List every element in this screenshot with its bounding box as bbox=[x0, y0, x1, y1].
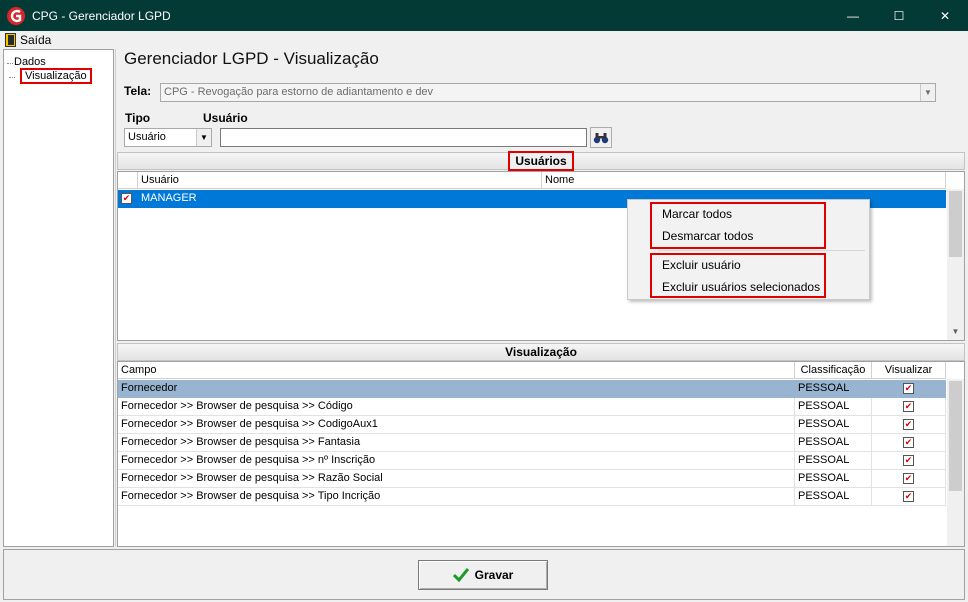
field-cell: Fornecedor >> Browser de pesquisa >> Cód… bbox=[118, 398, 795, 416]
class-cell: PESSOAL bbox=[795, 398, 872, 416]
checkbox-checked[interactable]: ✔ bbox=[903, 473, 914, 484]
menu-separator bbox=[658, 250, 865, 251]
visible-cell[interactable]: ✔ bbox=[872, 380, 946, 398]
exit-door-icon bbox=[5, 32, 16, 47]
window-title: CPG - Gerenciador LGPD bbox=[32, 8, 171, 23]
checkbox-checked[interactable]: ✔ bbox=[903, 419, 914, 430]
users-grid-header: Usuário Nome bbox=[118, 172, 946, 189]
class-cell: PESSOAL bbox=[795, 470, 872, 488]
class-cell: PESSOAL bbox=[795, 416, 872, 434]
type-select-value: Usuário bbox=[128, 131, 166, 143]
app-logo-icon bbox=[7, 6, 25, 25]
menu-bar: Saída bbox=[0, 31, 968, 48]
visible-cell[interactable]: ✔ bbox=[872, 416, 946, 434]
view-col-visible[interactable]: Visualizar bbox=[872, 362, 946, 379]
maximize-button[interactable]: ☐ bbox=[876, 0, 922, 31]
class-cell: PESSOAL bbox=[795, 452, 872, 470]
scroll-down-icon[interactable]: ▼ bbox=[947, 323, 964, 340]
user-label: Usuário bbox=[203, 111, 248, 125]
menu-exit[interactable]: Saída bbox=[20, 33, 51, 47]
class-cell: PESSOAL bbox=[795, 434, 872, 452]
view-panel-title: Visualização bbox=[505, 345, 577, 359]
checkbox-checked[interactable]: ✔ bbox=[903, 455, 914, 466]
class-cell: PESSOAL bbox=[795, 488, 872, 506]
save-button[interactable]: Gravar bbox=[418, 560, 548, 590]
check-icon bbox=[452, 568, 469, 582]
highlight-box bbox=[650, 253, 826, 298]
visible-cell[interactable]: ✔ bbox=[872, 398, 946, 416]
screen-select[interactable]: CPG - Revogação para estorno de adiantam… bbox=[160, 83, 936, 102]
type-select[interactable]: Usuário ▼ bbox=[124, 128, 212, 147]
table-row[interactable]: Fornecedor >> Browser de pesquisa >> Cód… bbox=[118, 398, 946, 416]
users-panel-header: Usuários bbox=[117, 151, 965, 171]
user-cell: MANAGER bbox=[138, 190, 542, 208]
field-cell: Fornecedor >> Browser de pesquisa >> Cod… bbox=[118, 416, 795, 434]
view-grid: Campo Classificação Visualizar Fornecedo… bbox=[117, 361, 965, 547]
chevron-down-icon: ▼ bbox=[196, 129, 211, 146]
user-input[interactable] bbox=[220, 128, 587, 147]
screen-label: Tela: bbox=[124, 84, 152, 98]
table-row[interactable]: Fornecedor >> Browser de pesquisa >> nº … bbox=[118, 452, 946, 470]
tree-item-dados[interactable]: Dados bbox=[7, 56, 46, 68]
table-row[interactable]: Fornecedor PESSOAL ✔ bbox=[118, 380, 946, 398]
visible-cell[interactable]: ✔ bbox=[872, 434, 946, 452]
field-cell: Fornecedor >> Browser de pesquisa >> Tip… bbox=[118, 488, 795, 506]
tree-item-visualizacao[interactable]: Visualização bbox=[9, 68, 92, 84]
field-cell: Fornecedor >> Browser de pesquisa >> Raz… bbox=[118, 470, 795, 488]
scroll-thumb[interactable] bbox=[949, 381, 962, 491]
field-cell: Fornecedor >> Browser de pesquisa >> Fan… bbox=[118, 434, 795, 452]
context-menu: Marcar todos Desmarcar todos Excluir usu… bbox=[627, 199, 870, 300]
checkbox-checked[interactable]: ✔ bbox=[903, 383, 914, 394]
checkbox-checked[interactable]: ✔ bbox=[903, 401, 914, 412]
users-col-check bbox=[118, 172, 138, 189]
chevron-down-icon: ▼ bbox=[920, 84, 935, 101]
checkbox-checked[interactable]: ✔ bbox=[903, 491, 914, 502]
navigation-tree: Dados Visualização bbox=[3, 49, 114, 547]
minimize-button[interactable]: — bbox=[830, 0, 876, 31]
checkbox-checked[interactable]: ✔ bbox=[121, 193, 132, 204]
view-grid-header: Campo Classificação Visualizar bbox=[118, 362, 946, 379]
binoculars-icon bbox=[593, 132, 609, 143]
users-scrollbar[interactable]: ▼ bbox=[947, 189, 964, 340]
table-row[interactable]: Fornecedor >> Browser de pesquisa >> Tip… bbox=[118, 488, 946, 506]
search-user-button[interactable] bbox=[590, 127, 612, 148]
view-col-class[interactable]: Classificação bbox=[795, 362, 872, 379]
users-col-user[interactable]: Usuário bbox=[138, 172, 542, 189]
table-row[interactable]: Fornecedor >> Browser de pesquisa >> Fan… bbox=[118, 434, 946, 452]
type-label: Tipo bbox=[125, 111, 151, 125]
view-panel-header: Visualização bbox=[117, 343, 965, 361]
page-title: Gerenciador LGPD - Visualização bbox=[124, 49, 379, 68]
field-cell: Fornecedor >> Browser de pesquisa >> nº … bbox=[118, 452, 795, 470]
screen-select-value: CPG - Revogação para estorno de adiantam… bbox=[164, 86, 434, 98]
save-button-label: Gravar bbox=[474, 568, 514, 582]
view-col-field[interactable]: Campo bbox=[118, 362, 795, 379]
checkbox-checked[interactable]: ✔ bbox=[903, 437, 914, 448]
view-scrollbar[interactable] bbox=[947, 379, 964, 546]
scroll-thumb[interactable] bbox=[949, 191, 962, 257]
table-row[interactable]: Fornecedor >> Browser de pesquisa >> Raz… bbox=[118, 470, 946, 488]
splitter[interactable] bbox=[115, 49, 116, 547]
visible-cell[interactable]: ✔ bbox=[872, 488, 946, 506]
field-cell: Fornecedor bbox=[118, 380, 795, 398]
users-col-name[interactable]: Nome bbox=[542, 172, 946, 189]
visible-cell[interactable]: ✔ bbox=[872, 470, 946, 488]
class-cell: PESSOAL bbox=[795, 380, 872, 398]
users-panel-title: Usuários bbox=[508, 151, 574, 171]
row-checkbox-cell[interactable]: ✔ bbox=[118, 190, 138, 208]
highlight-box bbox=[650, 202, 826, 249]
visible-cell[interactable]: ✔ bbox=[872, 452, 946, 470]
table-row[interactable]: Fornecedor >> Browser de pesquisa >> Cod… bbox=[118, 416, 946, 434]
close-button[interactable]: ✕ bbox=[922, 0, 968, 31]
title-bar: CPG - Gerenciador LGPD — ☐ ✕ bbox=[0, 0, 968, 31]
